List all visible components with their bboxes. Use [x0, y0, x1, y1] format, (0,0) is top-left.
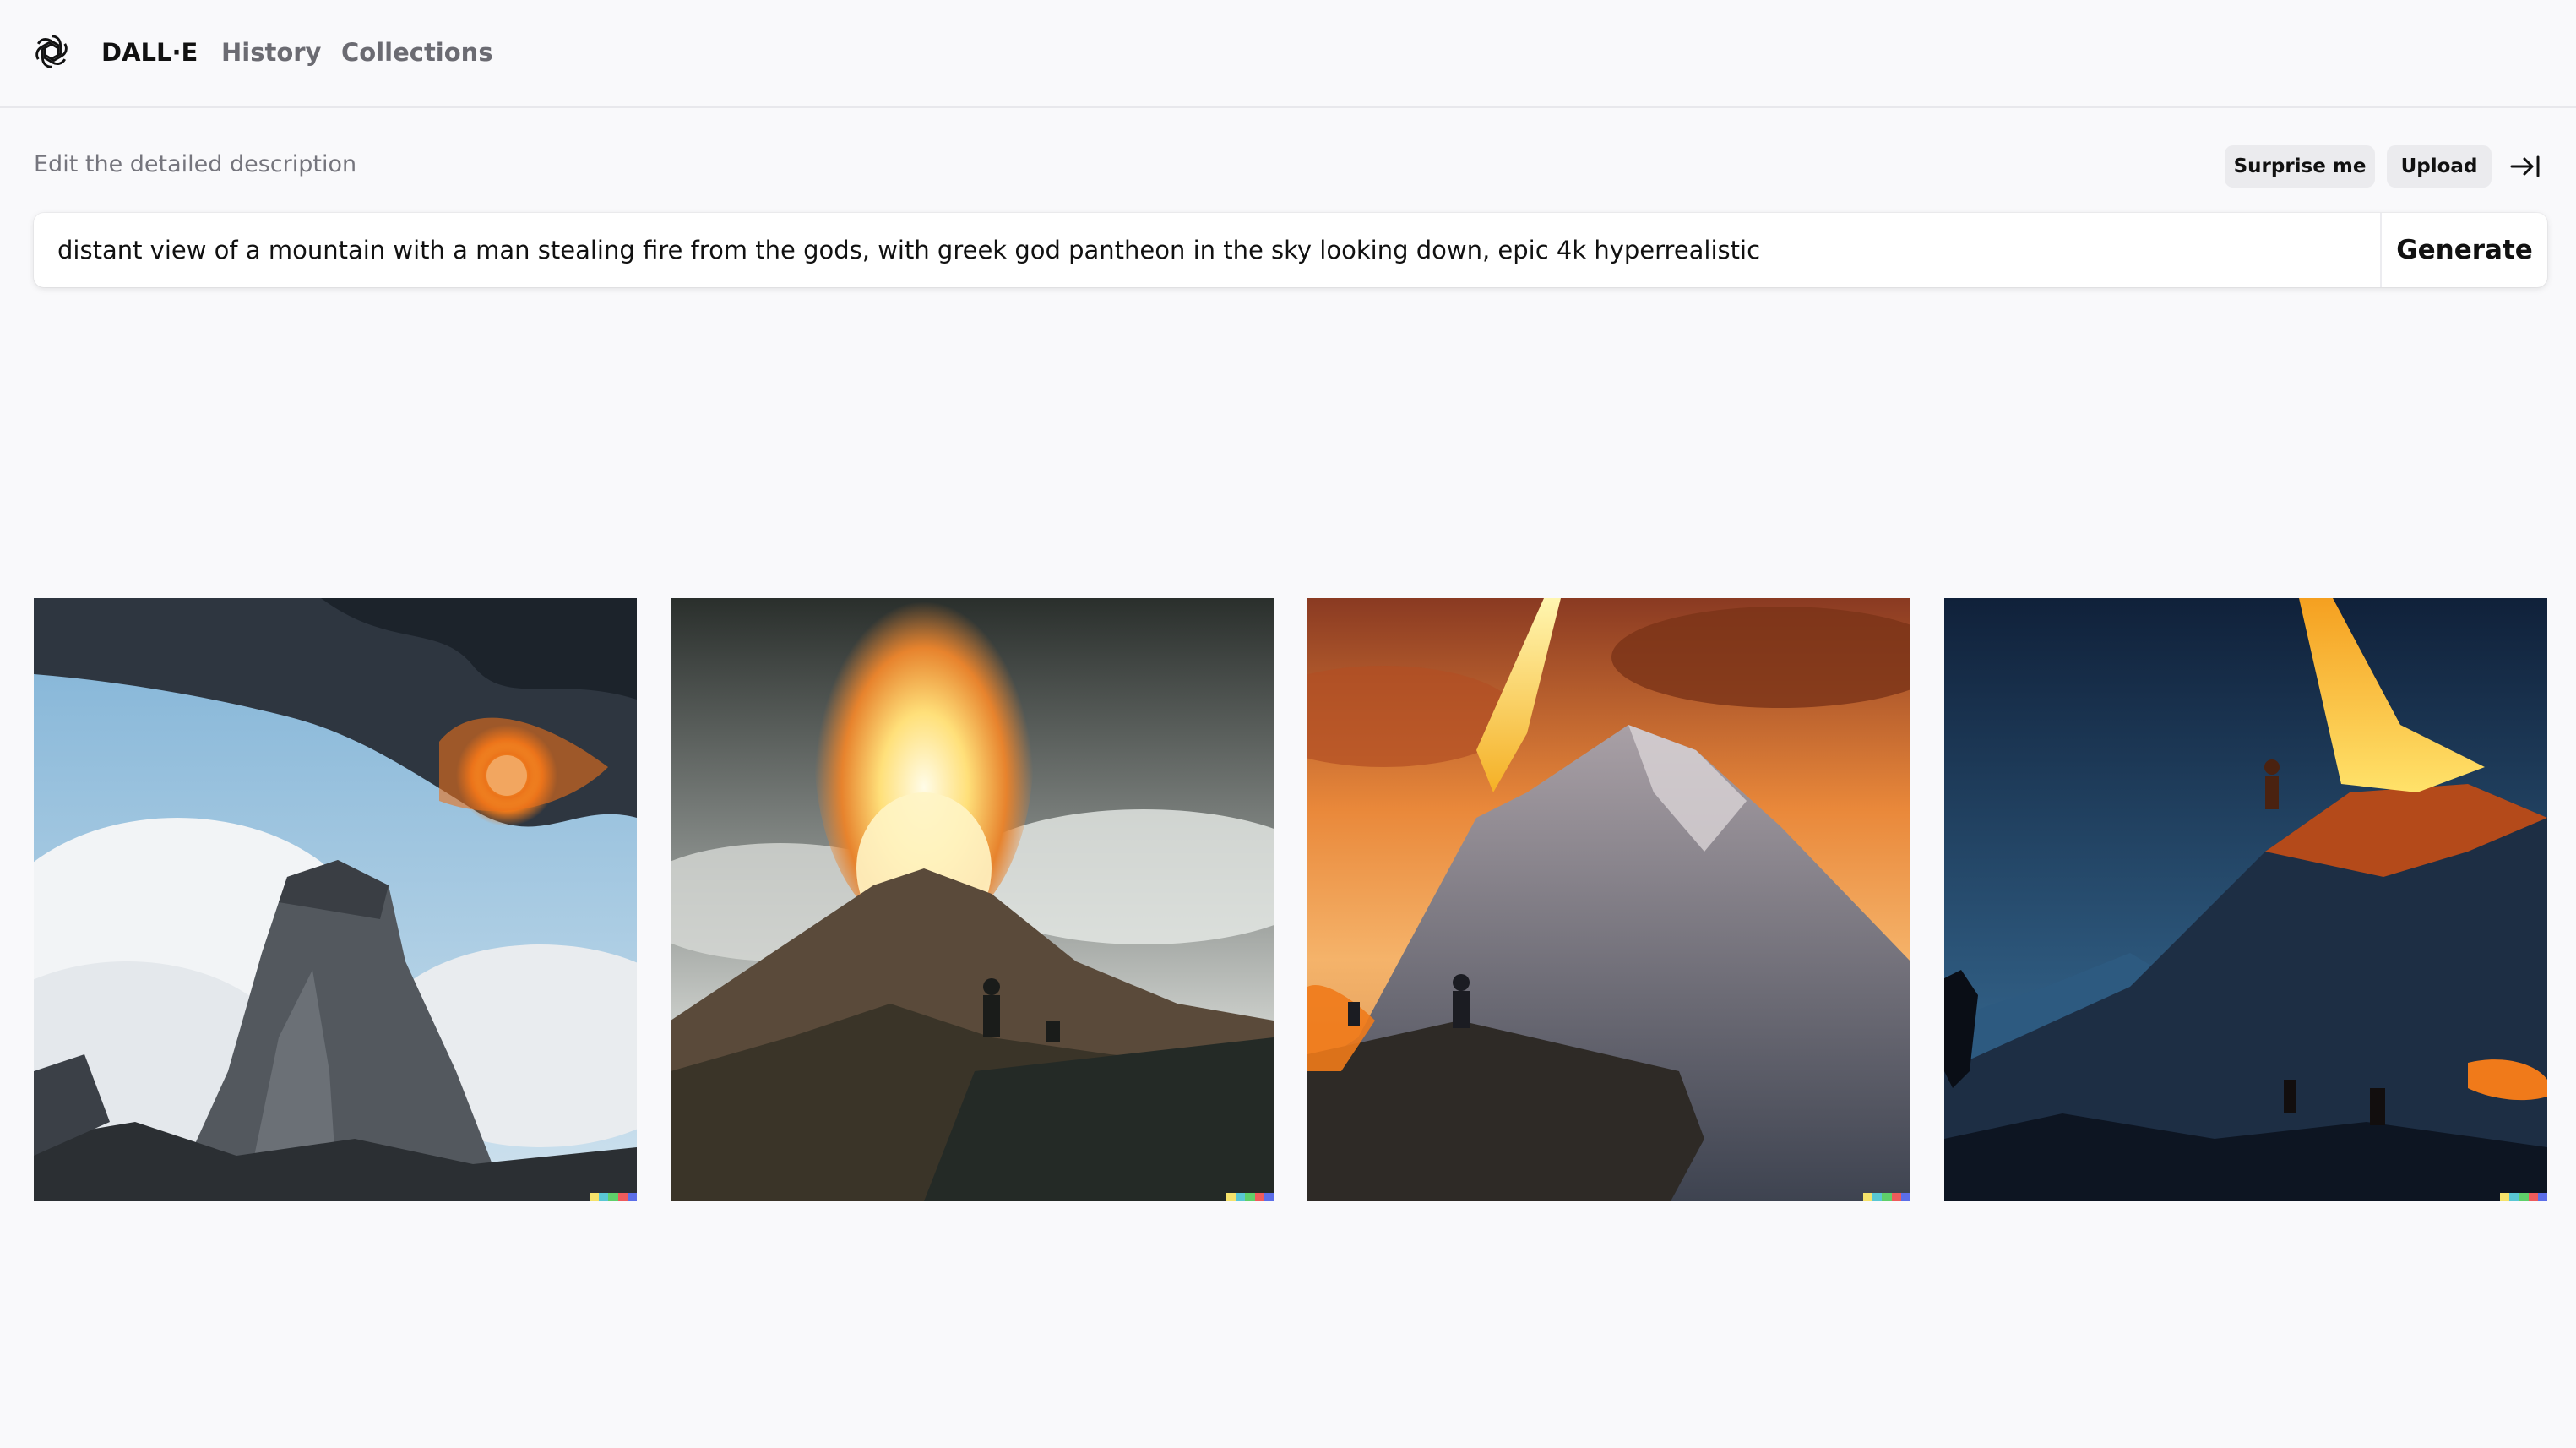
result-image-4[interactable] — [1944, 598, 2547, 1201]
edit-description-label: Edit the detailed description — [34, 151, 357, 177]
dalle-signature-mark — [2500, 1193, 2547, 1201]
nav-history[interactable]: History — [221, 37, 321, 68]
result-image-3-art — [1307, 598, 1910, 1201]
openai-logo-icon[interactable] — [32, 32, 71, 71]
dalle-signature-mark — [590, 1193, 637, 1201]
collapse-right-arrow-icon[interactable] — [2508, 150, 2542, 183]
result-image-4-art — [1944, 598, 2547, 1201]
result-image-2-art — [671, 598, 1274, 1201]
nav-collections[interactable]: Collections — [341, 37, 493, 68]
dalle-signature-mark — [1863, 1193, 1910, 1201]
prompt-input[interactable] — [57, 213, 2389, 287]
dalle-signature-mark — [1226, 1193, 1274, 1201]
surprise-me-button[interactable]: Surprise me — [2225, 145, 2375, 188]
result-image-1[interactable] — [34, 598, 637, 1201]
result-image-1-art — [34, 598, 637, 1201]
result-image-3[interactable] — [1307, 598, 1910, 1201]
prompt-bar: Generate — [34, 213, 2547, 287]
upload-button[interactable]: Upload — [2387, 145, 2492, 188]
top-navigation: DALL·E History Collections — [0, 0, 2576, 108]
generate-button[interactable]: Generate — [2382, 213, 2547, 287]
nav-dalle[interactable]: DALL·E — [101, 37, 198, 68]
result-image-2[interactable] — [671, 598, 1274, 1201]
